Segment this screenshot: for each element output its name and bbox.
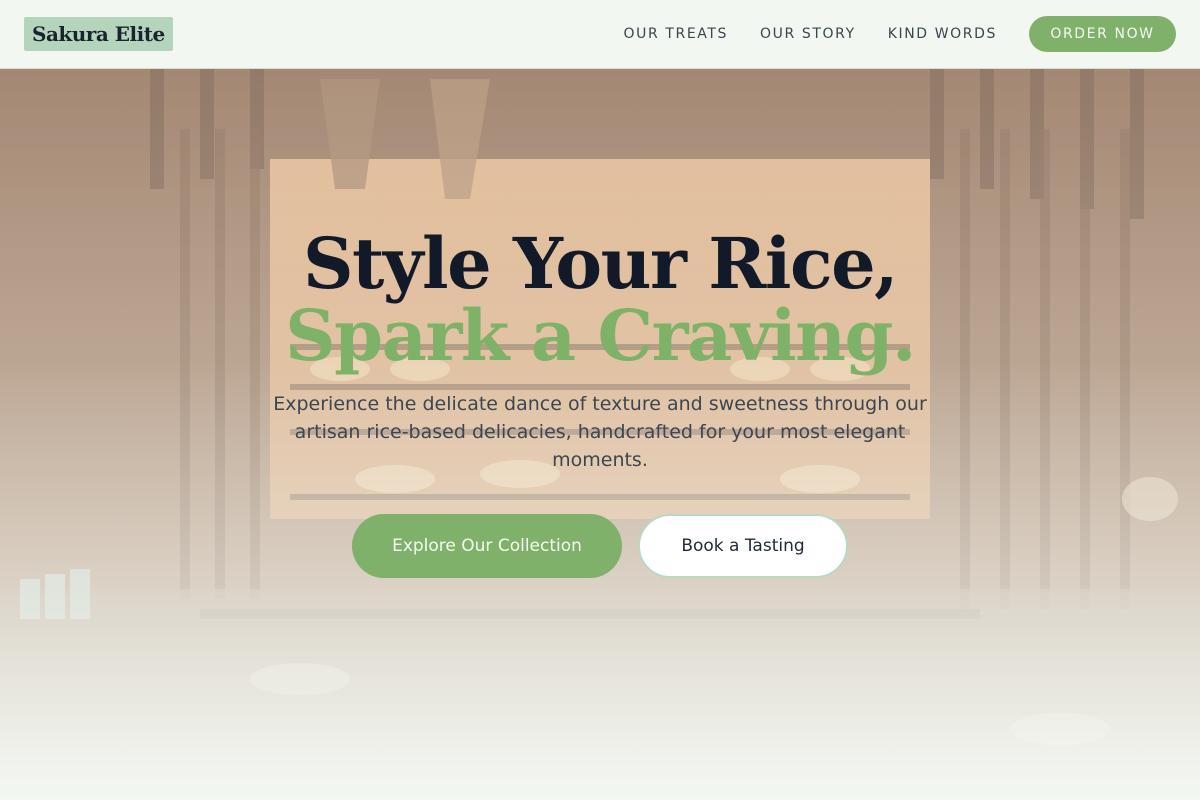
main-nav: OUR TREATS OUR STORY KIND WORDS ORDER NO… bbox=[624, 16, 1176, 52]
book-tasting-button[interactable]: Book a Tasting bbox=[638, 514, 848, 578]
nav-link-our-treats[interactable]: OUR TREATS bbox=[624, 26, 729, 42]
explore-collection-button[interactable]: Explore Our Collection bbox=[352, 514, 622, 578]
hero-subtitle: Experience the delicate dance of texture… bbox=[273, 393, 927, 471]
site-header: Sakura Elite OUR TREATS OUR STORY KIND W… bbox=[0, 0, 1200, 69]
order-now-button[interactable]: ORDER NOW bbox=[1029, 16, 1176, 52]
nav-link-kind-words[interactable]: KIND WORDS bbox=[888, 26, 997, 42]
brand-logo[interactable]: Sakura Elite bbox=[24, 17, 173, 51]
hero-headline-line1: Style Your Rice, bbox=[302, 222, 899, 305]
hero-headline-line2: Spark a Craving. bbox=[285, 294, 916, 377]
nav-link-our-story[interactable]: OUR STORY bbox=[760, 26, 856, 42]
